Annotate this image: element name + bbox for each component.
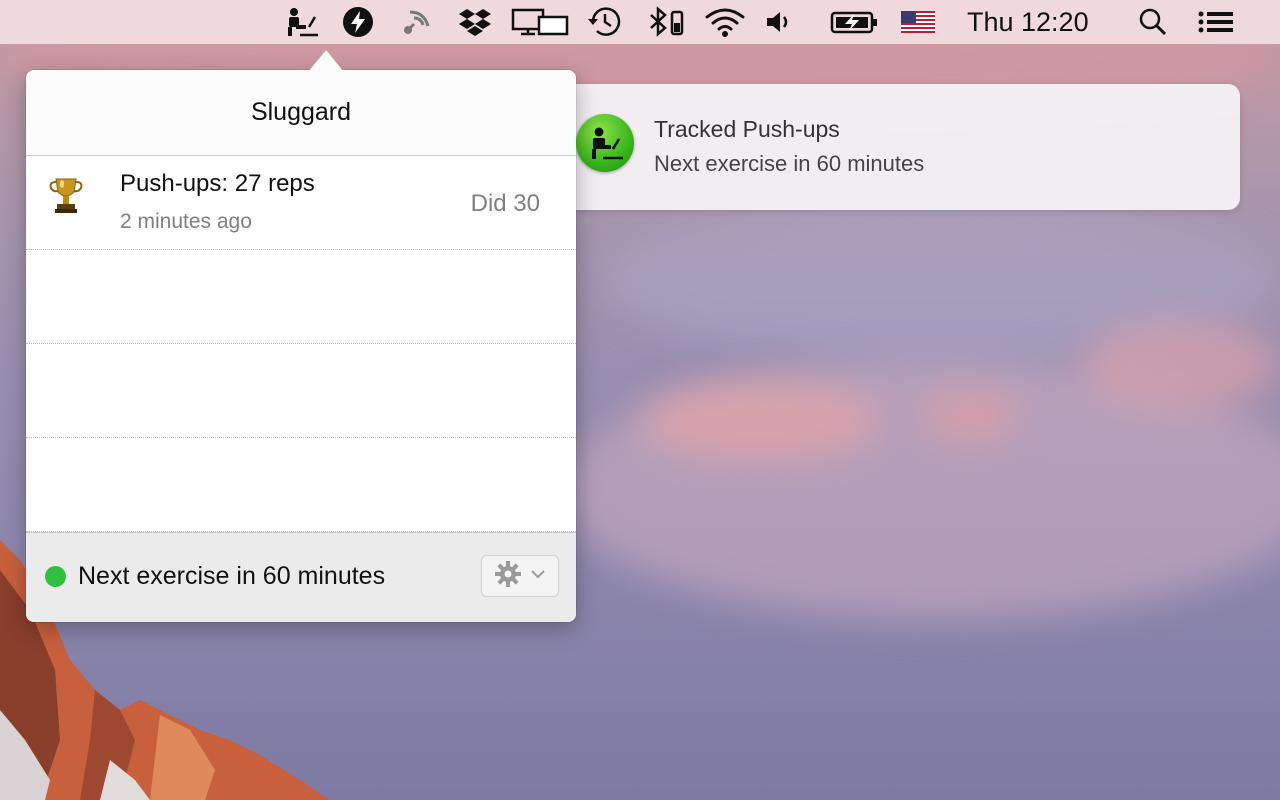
popover-footer: Next exercise in 60 minutes (26, 532, 576, 622)
settings-menu-button[interactable] (481, 555, 559, 597)
popover-header: Sluggard (26, 70, 576, 156)
notification-banner[interactable]: Tracked Push-ups Next exercise in 60 min… (560, 84, 1240, 210)
dropbox-icon[interactable] (457, 6, 493, 38)
entry-timestamp: 2 minutes ago (120, 210, 252, 233)
empty-row (26, 438, 576, 532)
empty-row (26, 250, 576, 344)
trophy-icon (48, 176, 84, 216)
displays-icon[interactable] (510, 6, 570, 38)
satellite-icon[interactable] (399, 6, 435, 38)
notification-title: Tracked Push-ups (654, 116, 840, 142)
bolt-icon[interactable] (341, 6, 375, 38)
exercise-entry[interactable]: Push-ups: 27 reps 2 minutes ago Did 30 (26, 156, 576, 250)
sluggard-desk-icon[interactable] (284, 6, 320, 38)
sluggard-popover: Sluggard Push-ups: 27 reps 2 minutes ago… (26, 50, 576, 622)
time-machine-icon[interactable] (586, 6, 624, 38)
search-icon[interactable] (1136, 6, 1170, 38)
sluggard-app-icon (576, 114, 634, 172)
wifi-icon[interactable] (703, 6, 747, 38)
list-icon[interactable] (1197, 6, 1235, 38)
empty-row (26, 344, 576, 438)
us-flag-icon[interactable] (900, 6, 936, 38)
popover-arrow (308, 50, 344, 72)
battery-charging-icon[interactable] (830, 6, 880, 38)
menu-bar: Thu 12:20 (0, 0, 1280, 44)
volume-icon[interactable] (762, 6, 796, 38)
notification-body: Next exercise in 60 minutes (654, 151, 925, 176)
entry-detail: Did 30 (470, 190, 540, 217)
status-indicator (45, 566, 66, 587)
chevron-down-icon (530, 567, 546, 585)
entry-title: Push-ups: 27 reps (120, 170, 315, 197)
popover-title: Sluggard (250, 98, 352, 126)
bluetooth-icon[interactable] (645, 6, 687, 38)
menu-bar-clock[interactable]: Thu 12:20 (967, 7, 1089, 38)
gear-icon (494, 560, 522, 593)
status-text: Next exercise in 60 minutes (78, 562, 386, 590)
